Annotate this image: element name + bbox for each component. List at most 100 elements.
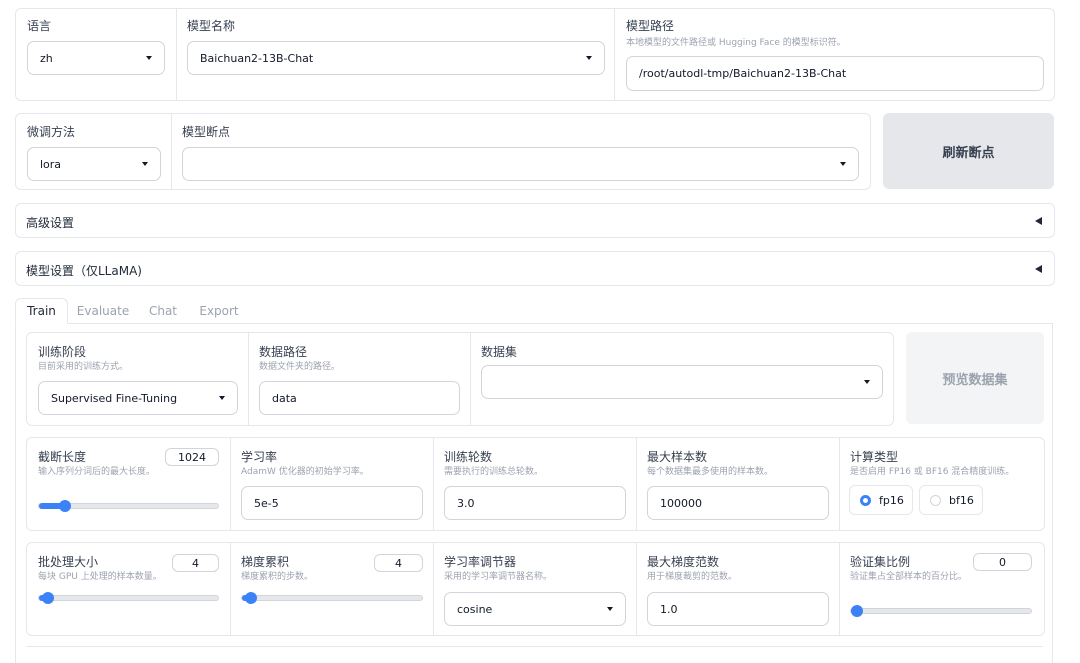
slider-thumb[interactable] [59, 500, 72, 512]
dataset-dir-label: 数据路径 [259, 345, 308, 359]
max-samples-value: 100000 [660, 496, 702, 510]
finetune-method-dropdown[interactable]: lora [27, 147, 161, 181]
finetune-row: 微调方法 lora 模型断点 [15, 113, 871, 190]
grad-accum-description: 梯度累积的步数。 [241, 572, 314, 582]
train-params-row: 截断长度 1024 输入序列分词后的最大长度。 学习率 AdamW 优化器的初始… [26, 437, 1045, 531]
model-settings-accordion[interactable]: 模型设置（仅LLaMA) [15, 251, 1055, 286]
divider [230, 543, 231, 635]
lr-scheduler-value: cosine [457, 602, 493, 616]
tab-evaluate[interactable]: Evaluate [74, 298, 132, 324]
num-epochs-value: 3.0 [457, 496, 475, 510]
grad-accum-slider[interactable] [241, 592, 423, 604]
model-name-label: 模型名称 [187, 19, 236, 33]
cutoff-len-slider[interactable] [38, 500, 219, 512]
divider [839, 438, 840, 530]
chevron-down-icon [864, 380, 870, 384]
batch-size-slider[interactable] [38, 592, 219, 604]
training-stage-label: 训练阶段 [38, 345, 87, 359]
chevron-down-icon [840, 162, 846, 166]
tab-train[interactable]: Train [15, 298, 68, 324]
radio-bf16[interactable]: bf16 [919, 485, 983, 515]
chevron-down-icon [142, 162, 148, 166]
model-path-input[interactable]: /root/autodl-tmp/Baichuan2-13B-Chat [626, 56, 1044, 91]
val-size-description: 验证集占全部样本的百分比。 [850, 572, 968, 582]
learning-rate-label: 学习率 [241, 450, 278, 464]
cutoff-len-description: 输入序列分词后的最大长度。 [38, 467, 156, 477]
divider [614, 9, 615, 100]
divider [636, 543, 637, 635]
finetune-method-value: lora [40, 157, 62, 171]
divider [230, 438, 231, 530]
divider [636, 438, 637, 530]
max-grad-norm-value: 1.0 [660, 602, 678, 616]
refresh-checkpoint-button[interactable]: 刷新断点 [883, 113, 1054, 189]
lr-scheduler-label: 学习率调节器 [444, 555, 517, 569]
radio-bf16-label: bf16 [949, 493, 974, 507]
max-grad-norm-description: 用于梯度裁剪的范数。 [647, 572, 738, 582]
max-samples-label: 最大样本数 [647, 450, 708, 464]
lang-label: 语言 [27, 19, 52, 33]
model-settings-title: 模型设置（仅LLaMA) [26, 264, 142, 278]
dataset-dir-description: 数据文件夹的路径。 [259, 362, 341, 372]
model-path-description: 本地模型的文件路径或 Hugging Face 的模型标识符。 [626, 38, 846, 48]
train-data-row: 训练阶段 目前采用的训练方式。 Supervised Fine-Tuning 数… [26, 332, 894, 426]
radio-unselected-icon [930, 494, 941, 506]
slider-thumb[interactable] [245, 592, 258, 604]
lr-scheduler-dropdown[interactable]: cosine [444, 592, 626, 626]
tab-chat[interactable]: Chat [142, 298, 184, 324]
dataset-label: 数据集 [481, 345, 518, 359]
chevron-down-icon [586, 56, 592, 60]
training-stage-dropdown[interactable]: Supervised Fine-Tuning [38, 381, 238, 415]
finetune-method-label: 微调方法 [27, 125, 76, 139]
val-size-label: 验证集比例 [850, 555, 911, 569]
batch-size-number-input[interactable]: 4 [172, 554, 219, 572]
next-row-edge [26, 646, 1043, 647]
cutoff-len-number-input[interactable]: 1024 [165, 448, 219, 466]
learning-rate-description: AdamW 优化器的初始学习率。 [241, 467, 369, 477]
compute-type-description: 是否启用 FP16 或 BF16 混合精度训练。 [850, 467, 1015, 477]
radio-fp16-label: fp16 [879, 493, 904, 507]
checkpoint-dropdown[interactable] [182, 147, 859, 181]
batch-size-label: 批处理大小 [38, 555, 99, 569]
advanced-settings-title: 高级设置 [26, 216, 75, 230]
dataset-dir-value: data [272, 391, 297, 405]
max-samples-input[interactable]: 100000 [647, 486, 829, 520]
max-grad-norm-input[interactable]: 1.0 [647, 592, 829, 626]
grad-accum-label: 梯度累积 [241, 555, 290, 569]
val-size-slider[interactable] [850, 605, 1032, 617]
max-samples-description: 每个数据集最多使用的样本数。 [647, 467, 774, 477]
tab-export[interactable]: Export [194, 298, 244, 324]
lang-dropdown[interactable]: zh [27, 41, 165, 75]
batch-size-description: 每块 GPU 上处理的样本数量。 [38, 572, 162, 582]
radio-selected-icon [860, 494, 871, 506]
model-path-value: /root/autodl-tmp/Baichuan2-13B-Chat [639, 67, 847, 80]
preview-dataset-button[interactable]: 预览数据集 [906, 332, 1044, 424]
collapse-arrow-icon [1035, 264, 1042, 273]
model-row: 语言 zh 模型名称 Baichuan2-13B-Chat 模型路径 本地模型的… [15, 8, 1055, 101]
model-name-dropdown[interactable]: Baichuan2-13B-Chat [187, 41, 605, 75]
num-epochs-input[interactable]: 3.0 [444, 486, 626, 520]
learning-rate-value: 5e-5 [254, 496, 279, 510]
divider [176, 9, 177, 100]
learning-rate-input[interactable]: 5e-5 [241, 486, 423, 520]
train-params-row-2: 批处理大小 4 每块 GPU 上处理的样本数量。 梯度累积 4 梯度累积的步数。… [26, 542, 1045, 636]
divider [248, 333, 249, 425]
chevron-down-icon [219, 396, 225, 400]
lang-value: zh [40, 51, 53, 65]
slider-thumb[interactable] [851, 605, 863, 617]
model-path-label: 模型路径 [626, 19, 675, 33]
grad-accum-number-input[interactable]: 4 [374, 554, 423, 572]
cutoff-len-label: 截断长度 [38, 450, 87, 464]
val-size-number-input[interactable]: 0 [973, 553, 1032, 571]
dataset-dropdown[interactable] [481, 365, 883, 399]
radio-fp16[interactable]: fp16 [849, 485, 913, 515]
slider-thumb[interactable] [42, 592, 55, 604]
dataset-dir-input[interactable]: data [259, 381, 460, 415]
divider [839, 543, 840, 635]
divider [470, 333, 471, 425]
collapse-arrow-icon [1035, 216, 1042, 225]
lr-scheduler-description: 采用的学习率调节器名称。 [444, 572, 553, 582]
num-epochs-label: 训练轮数 [444, 450, 493, 464]
chevron-down-icon [607, 607, 613, 611]
advanced-settings-accordion[interactable]: 高级设置 [15, 203, 1055, 238]
